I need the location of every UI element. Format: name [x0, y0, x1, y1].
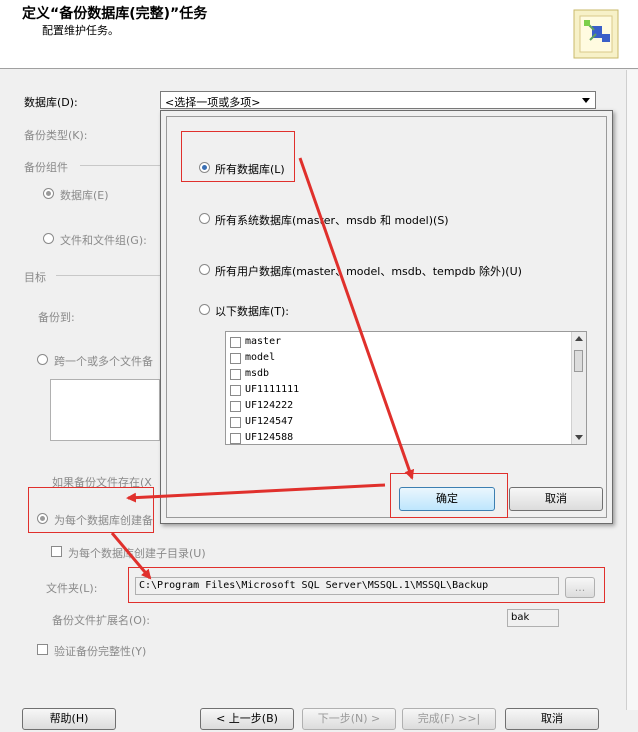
database-combobox[interactable]: <选择一项或多项>: [160, 91, 596, 109]
footer-cancel-button[interactable]: 取消: [505, 708, 599, 730]
subdir-checkbox[interactable]: [51, 546, 62, 557]
specific-databases-radio[interactable]: [199, 304, 210, 315]
user-databases-radio[interactable]: [199, 264, 210, 275]
target-label: 目标: [24, 271, 46, 284]
subdir-label: 为每个数据库创建子目录(U): [68, 547, 206, 560]
scroll-up-icon[interactable]: [574, 334, 584, 342]
span-files-radio[interactable]: [37, 354, 48, 365]
verify-checkbox[interactable]: [37, 644, 48, 655]
db-checkbox[interactable]: [230, 337, 241, 348]
db-checkbox[interactable]: [230, 369, 241, 380]
popup-cancel-button[interactable]: 取消: [509, 487, 603, 511]
scroll-thumb[interactable]: [574, 350, 583, 372]
component-files-label: 文件和文件组(G):: [60, 234, 147, 247]
verify-label: 验证备份完整性(Y): [54, 645, 147, 658]
scroll-down-icon[interactable]: [574, 434, 584, 442]
db-checkbox[interactable]: [230, 417, 241, 428]
annotation-box-ok: [390, 473, 508, 518]
list-scrollbar[interactable]: [571, 332, 586, 444]
db-checkbox[interactable]: [230, 385, 241, 396]
db-checkbox[interactable]: [230, 433, 241, 444]
backup-files-list[interactable]: [50, 379, 160, 441]
database-label: 数据库(D):: [24, 96, 78, 109]
component-files-radio[interactable]: [43, 233, 54, 244]
dropdown-arrow-icon[interactable]: [579, 93, 593, 107]
user-databases-label: 所有用户数据库(master、model、msdb、tempdb 除外)(U): [215, 265, 522, 278]
specific-databases-label: 以下数据库(T):: [215, 305, 290, 318]
wizard-icon: [573, 9, 619, 59]
system-databases-label: 所有系统数据库(master、msdb 和 model)(S): [215, 214, 449, 227]
group-divider: [56, 275, 160, 276]
span-files-label: 跨一个或多个文件备: [54, 355, 153, 368]
db-checkbox[interactable]: [230, 401, 241, 412]
group-divider: [80, 165, 160, 166]
component-database-radio[interactable]: [43, 188, 54, 199]
database-list[interactable]: master model msdb UF1111111 UF124222 UF1…: [225, 331, 587, 445]
db-checkbox[interactable]: [230, 353, 241, 364]
prev-button[interactable]: < 上一步(B): [200, 708, 294, 730]
database-combobox-value: <选择一项或多项>: [165, 96, 261, 109]
page-subtitle: 配置维护任务。: [42, 24, 119, 37]
help-button[interactable]: 帮助(H): [22, 708, 116, 730]
folder-label: 文件夹(L):: [46, 582, 98, 595]
backup-to-label: 备份到:: [38, 311, 75, 324]
window-scrollbar[interactable]: [626, 70, 638, 710]
annotation-box-all-databases: [181, 131, 295, 182]
page-title: 定义“备份数据库(完整)”任务: [22, 6, 208, 22]
extension-label: 备份文件扩展名(O):: [52, 614, 150, 627]
backup-component-label: 备份组件: [24, 161, 68, 174]
extension-input[interactable]: bak: [507, 609, 559, 627]
system-databases-radio[interactable]: [199, 213, 210, 224]
backup-type-label: 备份类型(K):: [24, 129, 88, 142]
next-button[interactable]: 下一步(N) >: [302, 708, 396, 730]
annotation-box-folder: [128, 567, 605, 603]
component-database-label: 数据库(E): [60, 189, 109, 202]
annotation-box-per-database: [28, 487, 154, 533]
finish-button[interactable]: 完成(F) >>|: [402, 708, 496, 730]
wizard-header: 定义“备份数据库(完整)”任务 配置维护任务。: [0, 0, 638, 69]
